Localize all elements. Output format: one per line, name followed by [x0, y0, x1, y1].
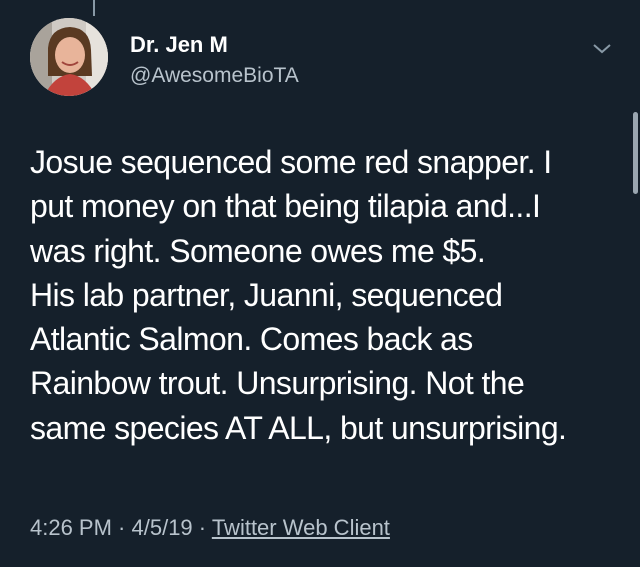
tweet-text-line: put money on that being tilapia and...I — [30, 188, 541, 225]
meta-separator: · — [111, 515, 132, 540]
tweet-meta: 4:26 PM · 4/5/19 · Twitter Web Client — [30, 515, 390, 541]
thread-connector-line — [93, 0, 95, 16]
tweet-date[interactable]: 4/5/19 — [132, 515, 193, 540]
meta-separator: · — [192, 515, 212, 540]
tweet-text-line: was right. Someone owes me $5. — [30, 232, 486, 269]
author-display-name[interactable]: Dr. Jen M — [130, 32, 228, 58]
tweet-source-link[interactable]: Twitter Web Client — [212, 515, 390, 540]
avatar-image — [30, 18, 108, 96]
tweet-text-line: Josue sequenced some red snapper. I — [30, 144, 552, 180]
scrollbar[interactable] — [633, 112, 638, 194]
author-handle[interactable]: @AwesomeBioTA — [130, 64, 299, 88]
tweet-time[interactable]: 4:26 PM — [30, 515, 112, 540]
tweet-text-line: same species AT ALL, but unsurprising. — [30, 409, 567, 446]
tweet-text-line: Atlantic Salmon. Comes back as — [30, 321, 473, 358]
avatar[interactable] — [30, 18, 108, 96]
tweet-text-line: Rainbow trout. Unsurprising. Not the — [30, 365, 525, 402]
tweet-text-line: His lab partner, Juanni, sequenced — [30, 276, 503, 313]
tweet-text: Josue sequenced some red snapper. I put … — [30, 140, 620, 450]
chevron-down-icon[interactable] — [589, 38, 615, 58]
